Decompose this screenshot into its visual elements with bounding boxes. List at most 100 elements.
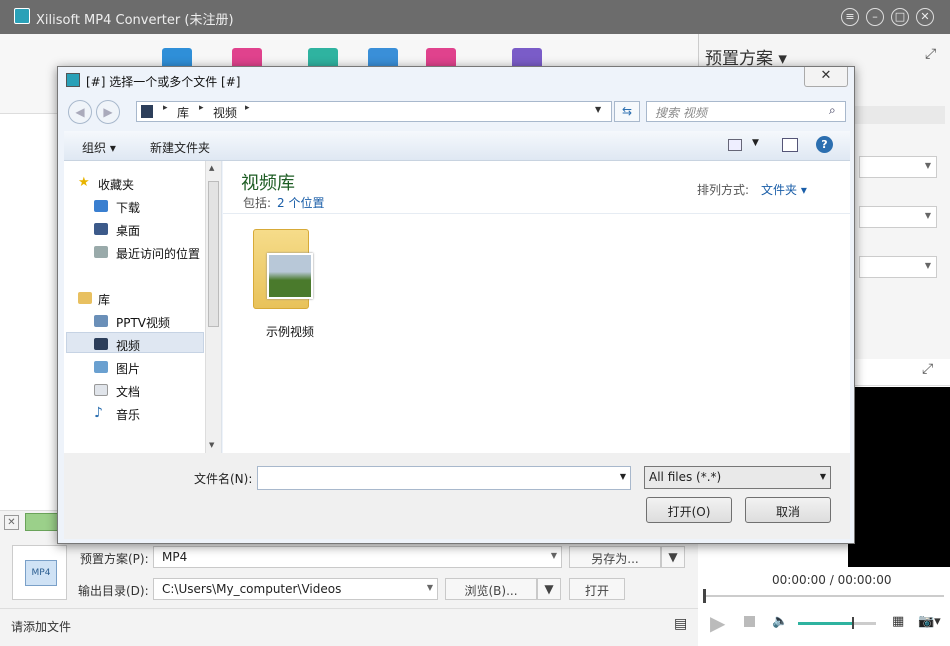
maximize-button[interactable]: □ [891, 8, 909, 26]
seek-bar[interactable] [704, 595, 944, 597]
nav-pptv[interactable]: PPTV视频 [116, 314, 170, 331]
dialog-title: [#] 选择一个或多个文件 [#] [86, 75, 241, 89]
volume-slider[interactable] [798, 622, 876, 625]
preset-select-2[interactable] [859, 206, 937, 228]
preset-select-1[interactable] [859, 156, 937, 178]
stop-icon[interactable] [744, 616, 755, 627]
minimize-button[interactable]: – [866, 8, 884, 26]
preset-row [849, 106, 945, 124]
view-dropdown[interactable]: ▼ [752, 138, 759, 148]
close-button[interactable]: ✕ [916, 8, 934, 26]
desktop-icon [94, 223, 108, 235]
file-content-pane: 视频库 包括: 2 个位置 排列方式: 文件夹 ▾ 示例视频 [223, 161, 850, 453]
forward-button[interactable]: ▶ [96, 100, 120, 124]
nav-libraries[interactable]: 库 [98, 291, 110, 308]
scroll-down-arrow[interactable]: ▼ [209, 441, 214, 449]
preview-pane-icon[interactable] [782, 138, 798, 152]
output-path-field[interactable]: C:\Users\My_computer\Videos ▼ [153, 578, 438, 600]
dialog-footer: 文件名(N): ▼ All files (*.*) ▼ 打开(O) 取消 [64, 453, 850, 539]
search-placeholder: 搜索 视频 [655, 106, 707, 120]
address-bar[interactable]: ▸ 库 ▸ 视频 ▸ ▼ [136, 101, 612, 122]
video-thumbnail [267, 253, 313, 299]
save-as-button[interactable]: 另存为... [569, 546, 661, 568]
breadcrumb-separator[interactable]: ▸ [245, 103, 250, 113]
music-icon: ♪ [94, 405, 103, 421]
seek-handle[interactable] [703, 589, 706, 603]
breadcrumb-videos[interactable]: 视频 [213, 104, 237, 121]
back-button[interactable]: ◀ [68, 100, 92, 124]
folder-sample-videos[interactable] [249, 225, 319, 321]
divider [223, 213, 850, 214]
nav-videos[interactable]: 视频 [116, 337, 140, 354]
volume-handle[interactable] [852, 617, 854, 629]
libraries-icon [78, 292, 92, 304]
nav-desktop[interactable]: 桌面 [116, 222, 140, 239]
browse-dropdown[interactable]: ▼ [537, 578, 561, 600]
filename-input[interactable]: ▼ [257, 466, 631, 490]
output-label: 输出目录(D): [78, 584, 149, 598]
scroll-up-arrow[interactable]: ▲ [209, 164, 214, 172]
bottom-settings: MP4 预置方案(P): MP4 ▼ 另存为... ▼ 输出目录(D): C:\U… [0, 540, 698, 646]
recent-places-icon [94, 246, 108, 258]
nav-documents[interactable]: 文档 [116, 383, 140, 400]
snapshot-settings-icon[interactable]: ▦ [892, 614, 904, 629]
sort-label: 排列方式: [697, 183, 750, 197]
pictures-icon [94, 361, 108, 373]
open-button[interactable]: 打开(O) [646, 497, 732, 523]
open-file-dialog: [#] 选择一个或多个文件 [#] ✕ ◀ ▶ ▸ 库 ▸ 视频 ▸ ▼ ⇆ 搜… [57, 66, 855, 544]
preset-select-3[interactable] [859, 256, 937, 278]
organize-button[interactable]: 组织 ▾ [82, 139, 116, 156]
nav-pictures[interactable]: 图片 [116, 360, 140, 377]
nav-downloads[interactable]: 下载 [116, 199, 140, 216]
format-thumbnail: MP4 [12, 545, 67, 600]
time-display: 00:00:00 / 00:00:00 [772, 573, 892, 587]
menu-icon[interactable]: ≡ [841, 8, 859, 26]
address-dropdown[interactable]: ▼ [595, 105, 601, 114]
video-library-icon [141, 105, 153, 118]
scroll-thumb[interactable] [208, 181, 219, 327]
filetype-select[interactable]: All files (*.*) ▼ [644, 466, 831, 489]
preview-expand-icon[interactable]: ⤢ [922, 361, 933, 377]
filetype-value: All files (*.*) [649, 470, 722, 484]
refresh-icon[interactable]: ⇆ [614, 101, 640, 122]
folder-label[interactable]: 示例视频 [266, 323, 314, 340]
filename-label: 文件名(N): [194, 472, 253, 486]
open-folder-button[interactable]: 打开 [569, 578, 625, 600]
browse-button[interactable]: 浏览(B)... [445, 578, 537, 600]
expand-icon[interactable]: ⤢ [925, 46, 936, 62]
filename-dropdown[interactable]: ▼ [620, 472, 626, 481]
clear-icon[interactable]: ✕ [4, 515, 19, 530]
breadcrumb-separator[interactable]: ▸ [199, 103, 204, 113]
camera-icon[interactable]: 📷▾ [918, 614, 941, 629]
save-as-dropdown[interactable]: ▼ [661, 546, 685, 568]
view-options-icon[interactable] [728, 139, 742, 151]
search-icon[interactable]: ⌕ [829, 103, 836, 118]
nav-recent[interactable]: 最近访问的位置 [116, 245, 200, 262]
video-library-icon [94, 338, 108, 350]
play-icon[interactable]: ▶ [710, 611, 725, 635]
preset-label: 预置方案(P): [80, 552, 149, 566]
cancel-button[interactable]: 取消 [745, 497, 831, 523]
pptv-icon [94, 315, 108, 327]
divider [0, 608, 698, 609]
star-icon: ★ [78, 175, 90, 190]
app-logo-icon [14, 8, 30, 24]
breadcrumb-library[interactable]: 库 [177, 104, 189, 121]
filetype-dropdown[interactable]: ▼ [820, 472, 826, 481]
nav-scrollbar[interactable]: ▲ ▼ [205, 161, 221, 453]
search-input[interactable]: 搜索 视频 ⌕ [646, 101, 846, 122]
waveform-icon [25, 513, 59, 531]
breadcrumb-separator[interactable]: ▸ [163, 103, 168, 113]
preset-select[interactable]: MP4 ▼ [153, 546, 562, 568]
includes-locations-link[interactable]: 2 个位置 [277, 194, 324, 211]
nav-favorites[interactable]: 收藏夹 [98, 176, 134, 193]
volume-icon[interactable]: 🔈 [772, 614, 788, 629]
new-folder-button[interactable]: 新建文件夹 [150, 139, 210, 156]
nav-music[interactable]: 音乐 [116, 406, 140, 423]
navigation-pane: ★ 收藏夹 下载 桌面 最近访问的位置 库 PPTV视频 视频 图片 文档 ♪ … [64, 161, 222, 453]
sort-dropdown[interactable]: 文件夹 ▾ [761, 181, 807, 198]
log-icon[interactable]: ▤ [674, 616, 687, 632]
mp4-film-icon: MP4 [25, 560, 57, 586]
help-icon[interactable]: ? [816, 136, 833, 153]
dialog-close-button[interactable]: ✕ [804, 67, 848, 87]
